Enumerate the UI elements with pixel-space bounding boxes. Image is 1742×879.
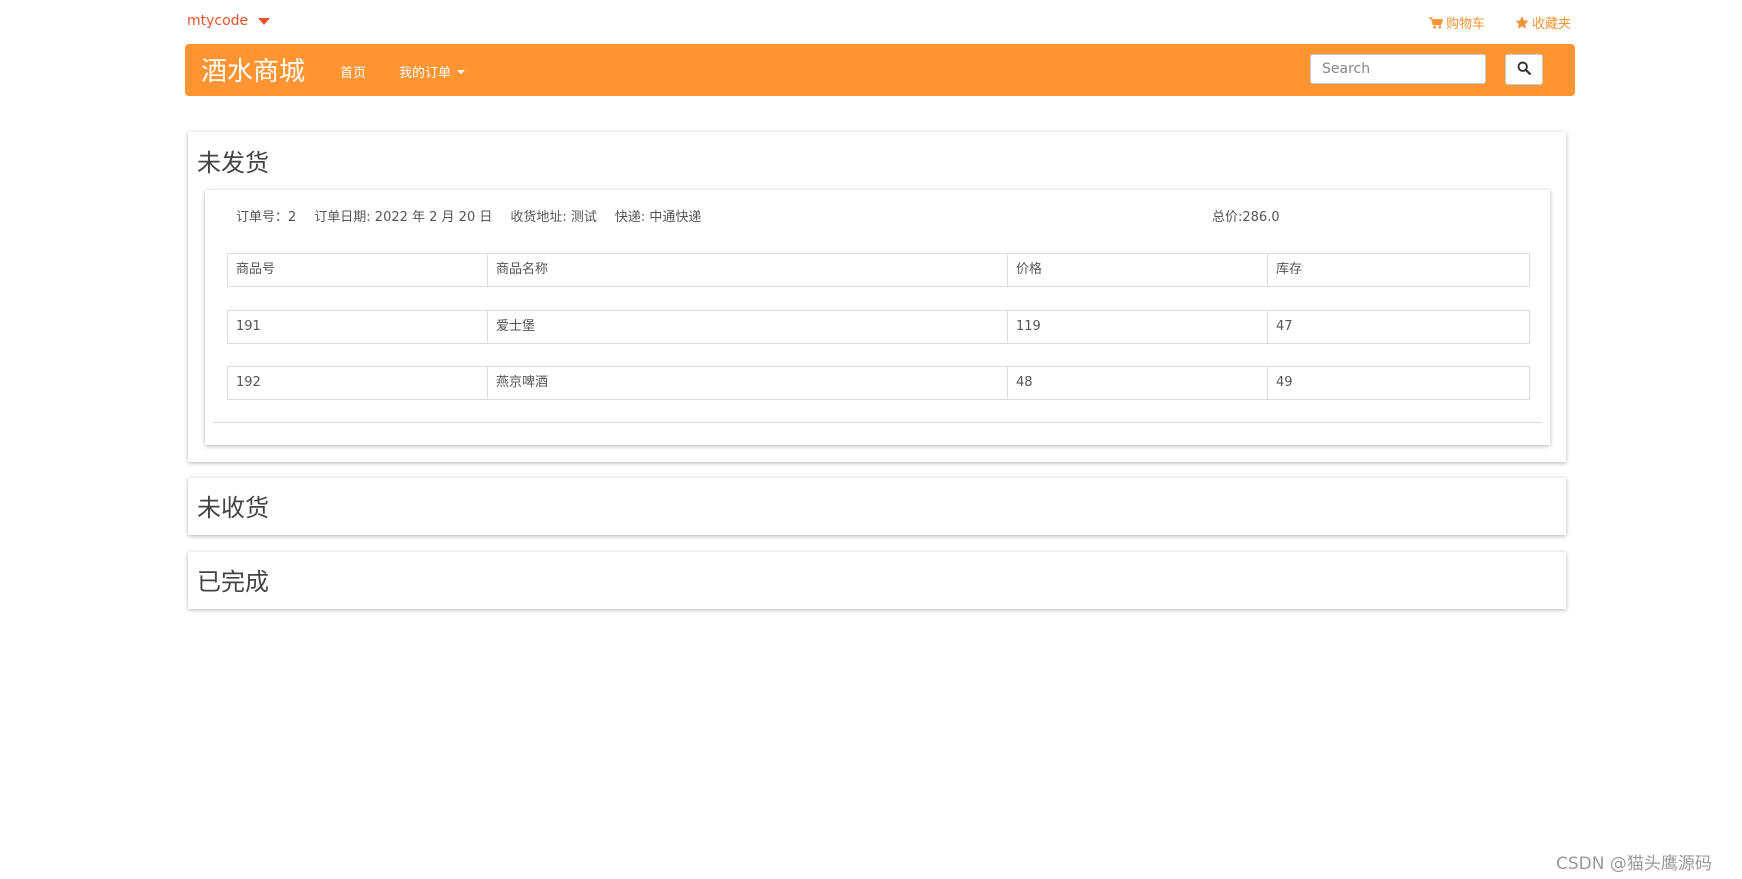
order-info: 订单号：2 订单日期: 2022 年 2 月 20 日 收货地址: 测试 快递:… bbox=[236, 206, 719, 225]
table-cell: 燕京啤酒 bbox=[488, 367, 1008, 399]
unshipped-panel: 未发货 订单号：2 订单日期: 2022 年 2 月 20 日 收货地址: 测试… bbox=[188, 132, 1566, 462]
nav-home-link[interactable]: 首页 bbox=[340, 62, 366, 81]
column-header: 库存 bbox=[1276, 262, 1303, 277]
user-menu[interactable]: mtycode bbox=[187, 13, 271, 29]
brand-logo[interactable]: 酒水商城 bbox=[201, 51, 305, 88]
cart-link[interactable]: 购物车 bbox=[1428, 13, 1485, 32]
table-cell: 48 bbox=[1008, 367, 1268, 399]
table-row: 191 爱士堡 119 47 bbox=[227, 310, 1530, 344]
favorites-link[interactable]: 收藏夹 bbox=[1515, 13, 1571, 32]
table-cell: 49 bbox=[1276, 375, 1293, 390]
cart-label: 购物车 bbox=[1445, 17, 1485, 32]
username: mtycode bbox=[187, 13, 249, 29]
favorites-label: 收藏夹 bbox=[1531, 17, 1571, 32]
table-cell: 192 bbox=[228, 367, 488, 399]
order-express: 快递: 中通快递 bbox=[614, 210, 702, 225]
column-header: 商品号 bbox=[228, 254, 488, 286]
order-total: 总价:286.0 bbox=[1212, 210, 1280, 225]
search-input[interactable] bbox=[1310, 54, 1486, 84]
table-cell: 爱士堡 bbox=[488, 311, 1008, 343]
nav-my-orders-dropdown[interactable]: 我的订单 bbox=[399, 62, 466, 81]
divider bbox=[213, 422, 1542, 423]
table-row: 192 燕京啤酒 48 49 bbox=[227, 366, 1530, 400]
table-cell: 191 bbox=[228, 311, 488, 343]
completed-panel: 已完成 bbox=[188, 552, 1566, 609]
nav-my-orders-label: 我的订单 bbox=[399, 66, 452, 81]
caret-down-icon bbox=[457, 69, 466, 74]
search-icon bbox=[1517, 60, 1531, 79]
star-icon bbox=[1515, 16, 1529, 29]
table-cell: 119 bbox=[1008, 311, 1268, 343]
order-card: 订单号：2 订单日期: 2022 年 2 月 20 日 收货地址: 测试 快递:… bbox=[205, 190, 1550, 445]
unshipped-title: 未发货 bbox=[197, 149, 269, 177]
main-navbar: 酒水商城 首页 我的订单 bbox=[185, 44, 1575, 96]
order-date: 订单日期: 2022 年 2 月 20 日 bbox=[314, 210, 493, 225]
order-address: 收货地址: 测试 bbox=[510, 210, 597, 225]
top-bar: mtycode 购物车 收藏夹 bbox=[187, 10, 1571, 34]
top-links: 购物车 收藏夹 bbox=[1428, 13, 1571, 32]
completed-title: 已完成 bbox=[197, 568, 269, 596]
table-cell: 47 bbox=[1276, 319, 1293, 334]
search-button[interactable] bbox=[1505, 54, 1543, 85]
cart-icon bbox=[1428, 16, 1443, 29]
table-header: 商品号 商品名称 价格 库存 bbox=[227, 253, 1530, 287]
chevron-down-icon bbox=[258, 17, 271, 25]
unreceived-panel: 未收货 bbox=[188, 478, 1566, 535]
column-header: 商品名称 bbox=[488, 254, 1008, 286]
column-header: 价格 bbox=[1008, 254, 1268, 286]
unreceived-title: 未收货 bbox=[197, 494, 269, 522]
order-number: 订单号：2 bbox=[236, 210, 297, 225]
watermark: CSDN @猫头鹰源码 bbox=[1556, 854, 1712, 874]
